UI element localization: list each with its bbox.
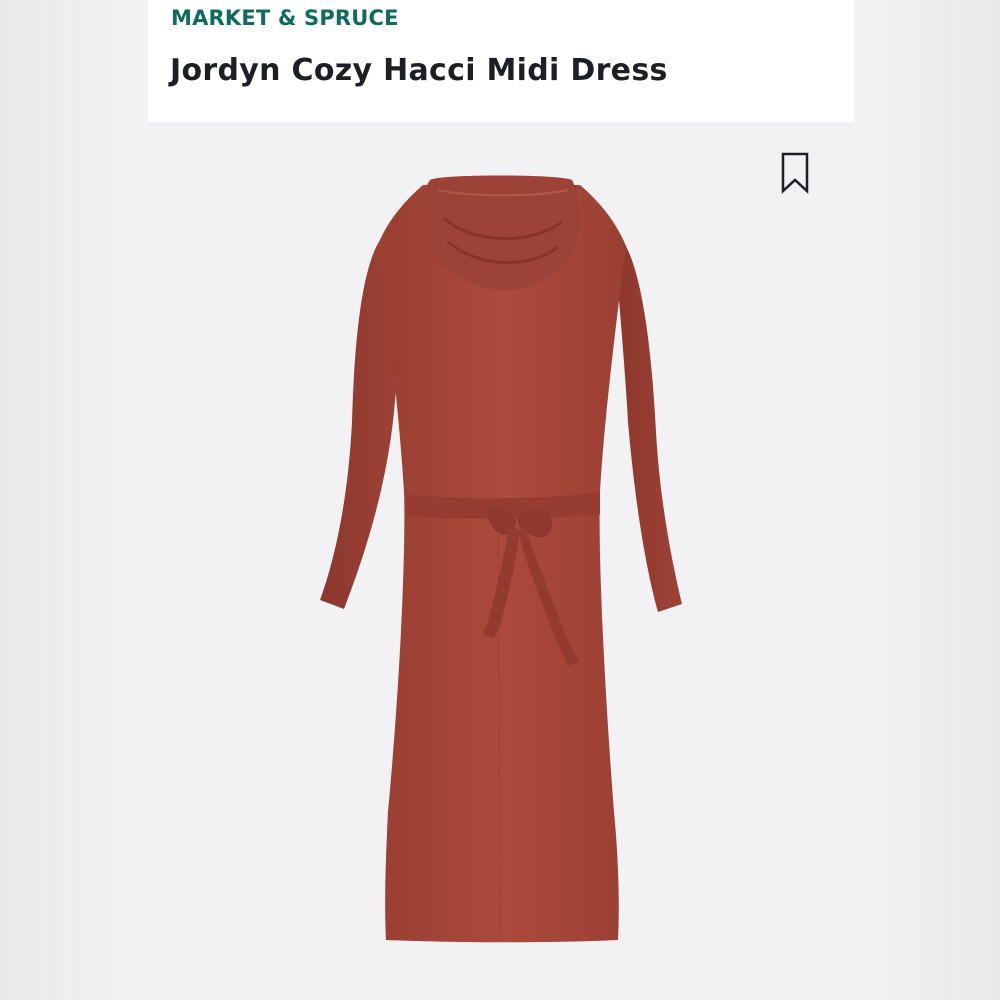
product-image[interactable] [148,122,854,1000]
bookmark-icon[interactable] [780,152,810,194]
background-right [852,0,1000,1000]
brand-name[interactable]: MARKET & SPRUCE [171,6,399,30]
product-title: Jordyn Cozy Hacci Midi Dress [170,53,668,88]
product-header: MARKET & SPRUCE Jordyn Cozy Hacci Midi D… [148,0,854,122]
product-card: MARKET & SPRUCE Jordyn Cozy Hacci Midi D… [148,0,854,1000]
dress-right-sleeve [616,246,682,612]
background-left [0,0,148,1000]
